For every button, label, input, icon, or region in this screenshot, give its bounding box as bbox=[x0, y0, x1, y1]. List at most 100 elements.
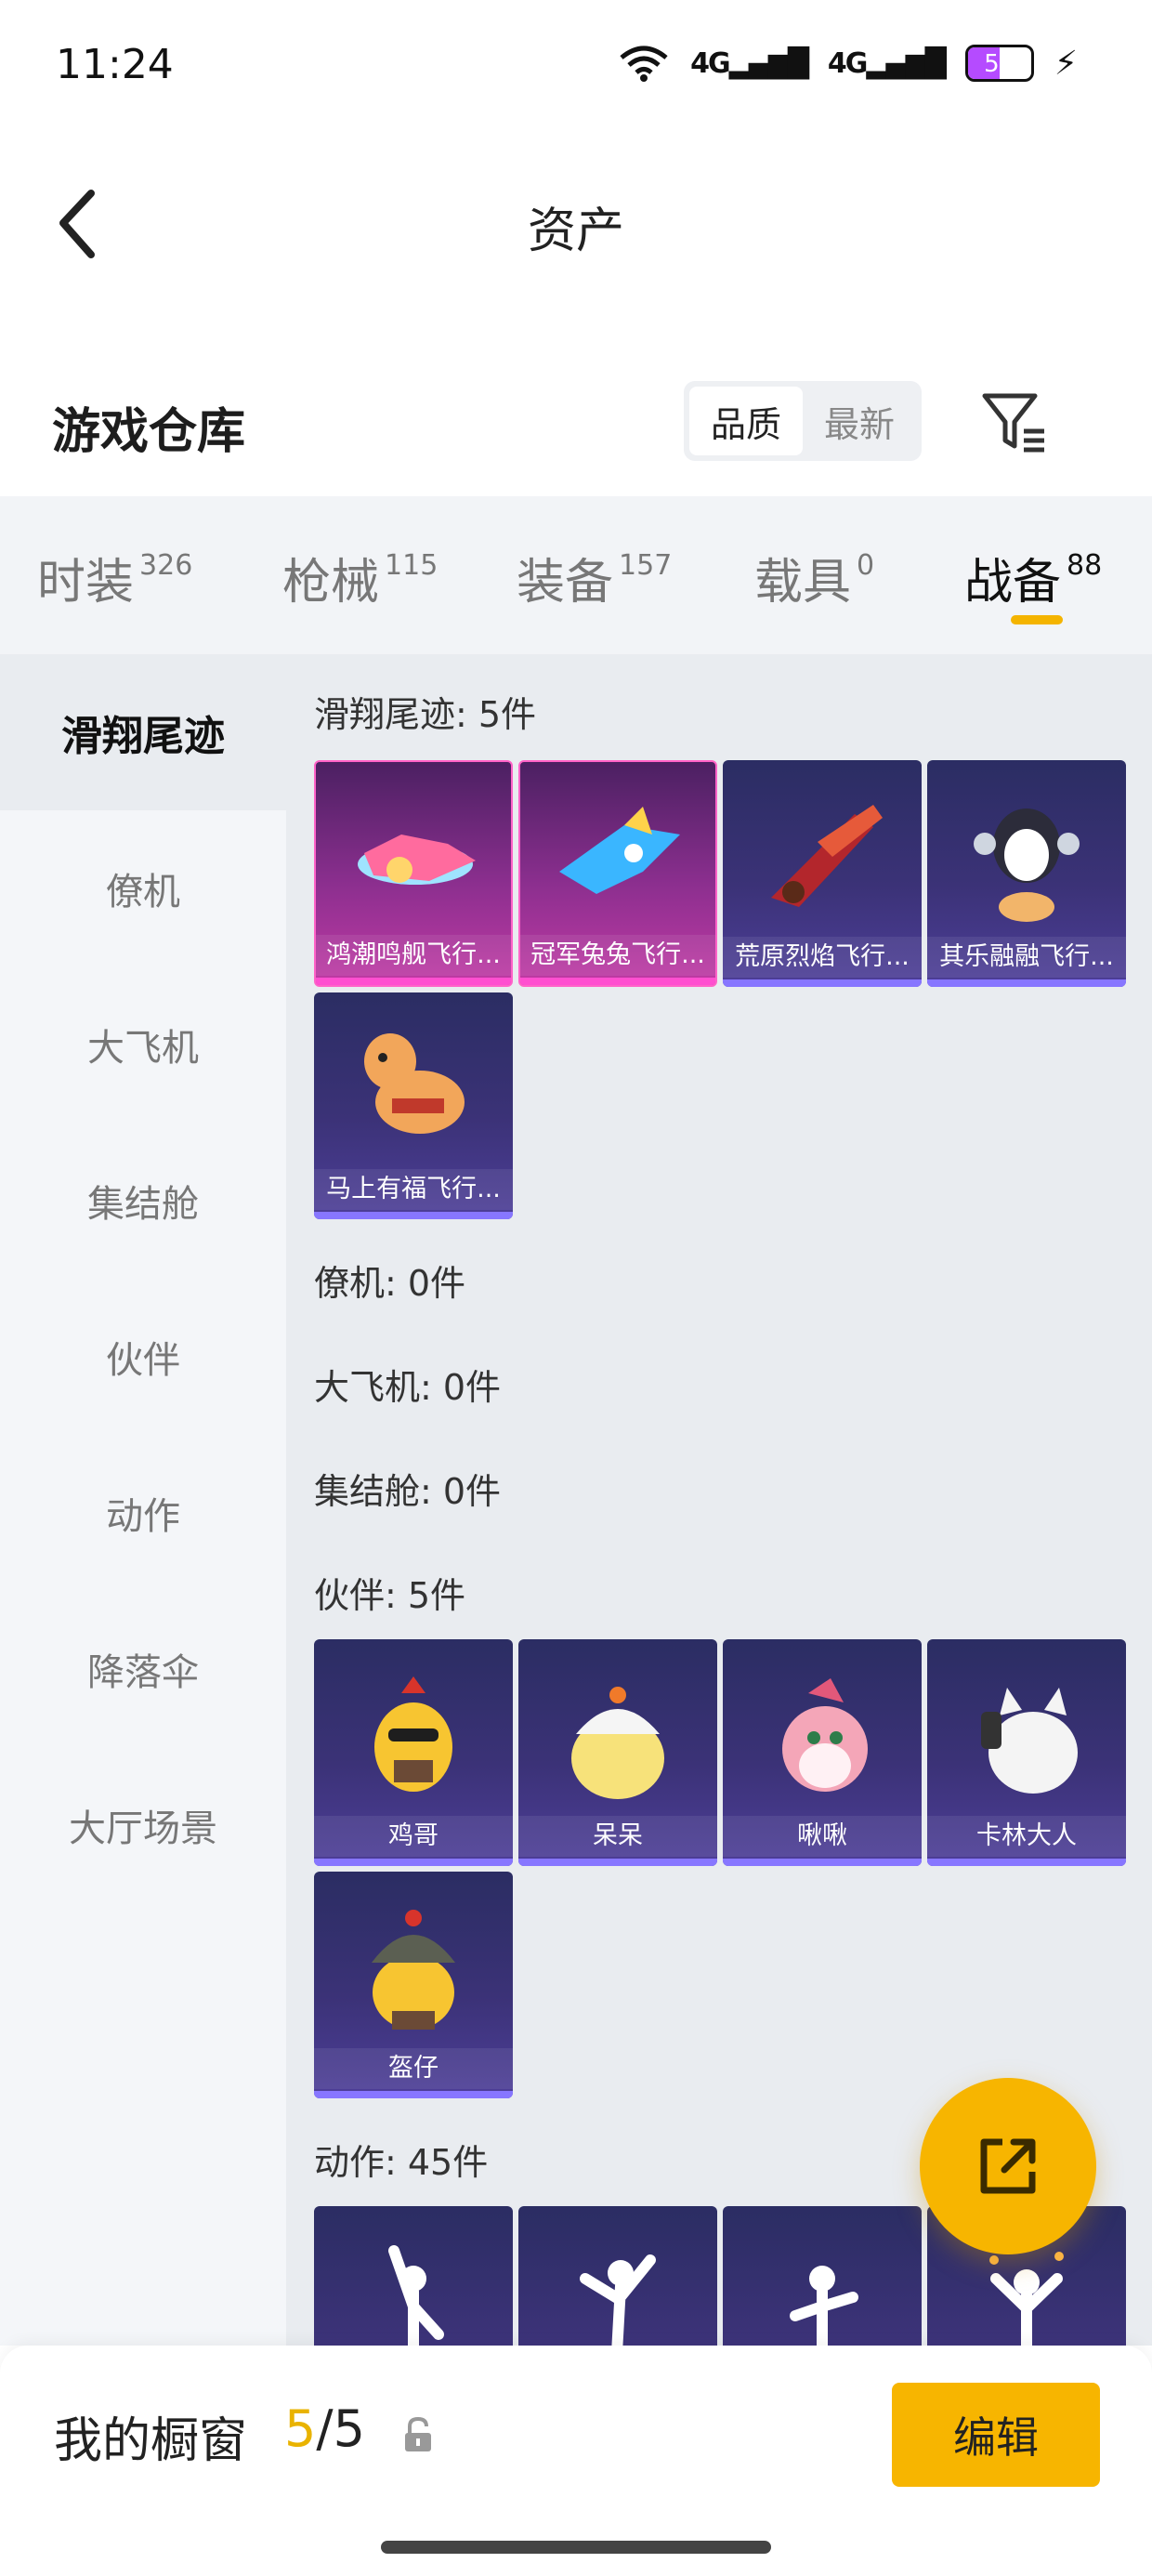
tab-count: 88 bbox=[1067, 549, 1103, 582]
tab-equipment[interactable]: 装备 157 bbox=[517, 543, 672, 612]
page-title: 资产 bbox=[527, 204, 624, 259]
item-name: 盔仔 bbox=[314, 2048, 513, 2089]
signal-icon: 4G▂▄▆█ bbox=[827, 46, 947, 80]
sort-toggle: 品质 最新 bbox=[684, 381, 922, 461]
sidebar-item-lobby-scene[interactable]: 大厅场景 bbox=[0, 1747, 286, 1903]
rarity-bar bbox=[316, 978, 511, 985]
rarity-bar bbox=[723, 979, 922, 987]
lock-icon bbox=[405, 2416, 431, 2451]
dancer-icon bbox=[388, 2245, 444, 2346]
tab-label: 战备 bbox=[964, 555, 1062, 611]
rarity-bar bbox=[927, 979, 1126, 987]
item-card[interactable] bbox=[723, 2206, 922, 2346]
tab-vehicles[interactable]: 载具 0 bbox=[754, 543, 874, 612]
tab-count: 157 bbox=[619, 549, 673, 582]
tab-count: 326 bbox=[139, 549, 193, 582]
sidebar-item-big-plane[interactable]: 大飞机 bbox=[0, 966, 286, 1123]
signal-icon: 4G▂▄▆█ bbox=[690, 46, 809, 80]
rarity-bar bbox=[927, 1859, 1126, 1866]
active-tab-indicator bbox=[1011, 615, 1063, 624]
category-tabs: 时装 326 枪械 115 装备 157 载具 0 战备 88 bbox=[0, 496, 1152, 654]
item-card[interactable]: 鸿潮鸣舰飞行... bbox=[314, 760, 513, 987]
showcase-separator: / bbox=[316, 2399, 334, 2458]
glider-icon bbox=[559, 807, 680, 894]
rarity-bar bbox=[314, 2091, 513, 2098]
chicken-icon bbox=[374, 1676, 452, 1792]
item-card[interactable]: 鸡哥 bbox=[314, 1639, 513, 1866]
bottom-bar: 我的橱窗 5/5 编辑 bbox=[0, 2346, 1152, 2576]
edit-button[interactable]: 编辑 bbox=[892, 2383, 1100, 2487]
dancer-icon bbox=[580, 2254, 656, 2346]
status-time: 11:24 bbox=[56, 41, 174, 88]
tab-label: 装备 bbox=[517, 555, 614, 611]
warehouse-title: 游戏仓库 bbox=[52, 404, 246, 460]
tab-count: 115 bbox=[385, 549, 439, 582]
item-name: 啾啾 bbox=[723, 1816, 922, 1857]
status-icons: 4G▂▄▆█ 4G▂▄▆█ 51 ⚡ bbox=[618, 43, 1078, 84]
item-name: 马上有福飞行... bbox=[314, 1169, 513, 1210]
item-card[interactable]: 啾啾 bbox=[723, 1639, 922, 1866]
section-title-assembly-pod: 集结舱: 0件 bbox=[314, 1471, 502, 1512]
item-card[interactable]: 呆呆 bbox=[518, 1639, 717, 1866]
glider-icon bbox=[771, 805, 883, 907]
sidebar-item-parachute[interactable]: 降落伞 bbox=[0, 1591, 286, 1747]
item-name: 呆呆 bbox=[518, 1816, 717, 1857]
section-title-wingman: 僚机: 0件 bbox=[314, 1263, 466, 1304]
item-card[interactable]: 盔仔 bbox=[314, 1872, 513, 2098]
tab-label: 载具 bbox=[754, 555, 852, 611]
share-external-icon bbox=[980, 2138, 1036, 2194]
item-card[interactable]: 马上有福飞行... bbox=[314, 992, 513, 1219]
rarity-bar bbox=[518, 1859, 717, 1866]
chick-icon bbox=[571, 1687, 664, 1799]
item-name: 鸡哥 bbox=[314, 1816, 513, 1857]
filter-icon bbox=[982, 393, 1044, 453]
sidebar-item-assembly-pod[interactable]: 集结舱 bbox=[0, 1123, 286, 1279]
sidebar: 滑翔尾迹 僚机 大飞机 集结舱 伙伴 动作 降落伞 大厅场景 bbox=[0, 654, 286, 2346]
glider-icon bbox=[358, 835, 476, 885]
signal-label: 4G bbox=[690, 46, 730, 80]
sort-newest-button[interactable]: 最新 bbox=[803, 387, 916, 455]
item-name: 其乐融融飞行... bbox=[927, 937, 1126, 978]
sidebar-item-wingman[interactable]: 僚机 bbox=[0, 810, 286, 966]
section-title-glide: 滑翔尾迹: 5件 bbox=[314, 694, 537, 735]
sidebar-item-emote[interactable]: 动作 bbox=[0, 1435, 286, 1591]
rarity-bar bbox=[314, 1859, 513, 1866]
pink-bird-icon bbox=[782, 1678, 868, 1792]
item-card[interactable] bbox=[314, 2206, 513, 2346]
battery-icon: 51 bbox=[964, 45, 1034, 82]
share-fab-button[interactable] bbox=[920, 2078, 1096, 2254]
showcase-label: 我的橱窗 bbox=[54, 2413, 248, 2469]
charging-icon: ⚡ bbox=[1054, 44, 1078, 83]
rarity-bar bbox=[520, 978, 715, 985]
warehouse-row: 游戏仓库 品质 最新 bbox=[0, 372, 1152, 474]
filter-button[interactable] bbox=[977, 385, 1052, 459]
app-header: 资产 bbox=[0, 130, 1152, 316]
item-name: 卡林大人 bbox=[927, 1816, 1126, 1857]
section-title-emote: 动作: 45件 bbox=[314, 2142, 489, 2183]
status-bar: 11:24 4G▂▄▆█ 4G▂▄▆█ 51 ⚡ bbox=[0, 0, 1152, 130]
rarity-bar bbox=[723, 1859, 922, 1866]
item-name: 荒原烈焰飞行... bbox=[723, 937, 922, 978]
tab-guns[interactable]: 枪械 115 bbox=[282, 543, 438, 612]
tab-label: 枪械 bbox=[282, 555, 380, 611]
sidebar-item-glide-trail[interactable]: 滑翔尾迹 bbox=[0, 654, 286, 810]
tab-count: 0 bbox=[857, 549, 875, 582]
item-card[interactable] bbox=[518, 2206, 717, 2346]
item-name: 鸿潮鸣舰飞行... bbox=[316, 935, 511, 976]
item-name: 冠军兔兔飞行... bbox=[520, 935, 715, 976]
rarity-bar bbox=[314, 1212, 513, 1219]
showcase-count: 5/5 bbox=[284, 2399, 365, 2458]
sort-quality-button[interactable]: 品质 bbox=[689, 387, 803, 455]
showcase-total: 5 bbox=[333, 2399, 365, 2458]
sidebar-item-partner[interactable]: 伙伴 bbox=[0, 1279, 286, 1435]
item-card[interactable]: 冠军兔兔飞行... bbox=[518, 760, 717, 987]
tab-fashion[interactable]: 时装 326 bbox=[37, 543, 192, 612]
wifi-icon bbox=[620, 46, 668, 82]
item-card[interactable]: 荒原烈焰飞行... bbox=[723, 760, 922, 987]
dancer-icon bbox=[790, 2266, 858, 2346]
item-card[interactable]: 卡林大人 bbox=[927, 1639, 1126, 1866]
home-indicator bbox=[381, 2541, 771, 2554]
cat-icon bbox=[981, 1688, 1078, 1794]
tab-battle-prep[interactable]: 战备 88 bbox=[964, 543, 1102, 612]
item-card[interactable]: 其乐融融飞行... bbox=[927, 760, 1126, 987]
